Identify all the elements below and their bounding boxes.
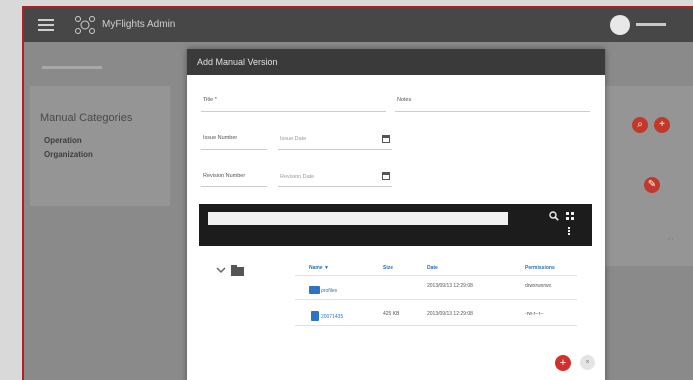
folder-icon — [309, 286, 320, 294]
column-header-name[interactable]: Name ▼ — [309, 265, 329, 271]
add-button[interactable]: + — [555, 355, 571, 371]
revision-date-underline — [278, 186, 392, 187]
menu-icon[interactable] — [38, 19, 54, 31]
file-name[interactable]: 20071435 — [321, 314, 343, 320]
more-options-icon[interactable] — [568, 227, 571, 237]
revision-number-label: Revision Number — [203, 173, 246, 179]
file-manager-toolbar — [199, 204, 592, 246]
categories-title: Manual Categories — [40, 112, 133, 124]
search-icon[interactable] — [549, 211, 559, 221]
file-name[interactable]: profiles — [321, 288, 337, 294]
issue-date-underline — [278, 149, 392, 150]
row-divider — [295, 325, 577, 326]
category-operation[interactable]: Operation — [44, 136, 82, 145]
revision-date-input[interactable]: Revision Date — [280, 174, 314, 180]
notes-input[interactable] — [395, 111, 590, 112]
categories-card — [30, 86, 170, 206]
column-header-date[interactable]: Date — [427, 265, 438, 271]
column-header-permissions[interactable]: Permissions — [525, 265, 555, 271]
search-button[interactable]: ⌕ — [632, 117, 648, 133]
file-date: 2013/09/13 12:29:08 — [427, 311, 473, 317]
file-icon — [311, 311, 319, 321]
title-label: Title * — [203, 97, 217, 103]
breadcrumb — [42, 66, 102, 69]
header-divider — [295, 275, 577, 276]
issue-number-label: Issue Number — [203, 135, 238, 141]
file-date: 2013/09/13 12:29:08 — [427, 283, 473, 289]
add-category-button[interactable]: + — [654, 117, 670, 133]
column-header-size[interactable]: Size — [383, 265, 393, 271]
file-permissions: drwxrwxrwx — [525, 283, 552, 289]
category-organization[interactable]: Organization — [44, 150, 93, 159]
app-frame: MyFlights Admin Manual Categories Operat… — [22, 6, 693, 380]
calendar-icon[interactable] — [382, 135, 390, 143]
row-divider — [295, 299, 577, 300]
title-input[interactable] — [201, 111, 386, 112]
dialog-title: Add Manual Version — [197, 57, 278, 67]
edit-row-button[interactable]: ✎ — [644, 177, 660, 193]
file-search-input[interactable] — [208, 212, 508, 225]
user-menu[interactable] — [636, 20, 666, 26]
avatar[interactable] — [610, 15, 630, 35]
issue-date-input[interactable]: Issue Date — [280, 136, 306, 142]
logo-icon — [75, 16, 95, 34]
pager-arrows[interactable]: ‹ › — [668, 237, 674, 243]
add-manual-version-dialog: Add Manual Version Title * Notes Issue N… — [187, 49, 605, 380]
notes-label: Notes — [397, 97, 412, 103]
issue-number-input[interactable] — [201, 149, 267, 150]
dialog-header: Add Manual Version — [187, 49, 605, 75]
file-size: 425 KB — [383, 311, 400, 317]
top-bar: MyFlights Admin — [24, 8, 693, 42]
grid-view-icon[interactable] — [566, 212, 574, 220]
revision-number-input[interactable] — [201, 186, 267, 187]
brand-title: MyFlights Admin — [102, 19, 176, 30]
folder-tree[interactable] — [215, 264, 255, 278]
cancel-button[interactable]: × — [580, 355, 595, 370]
file-permissions: -rw-r--r-- — [525, 311, 544, 317]
calendar-icon[interactable] — [382, 172, 390, 180]
